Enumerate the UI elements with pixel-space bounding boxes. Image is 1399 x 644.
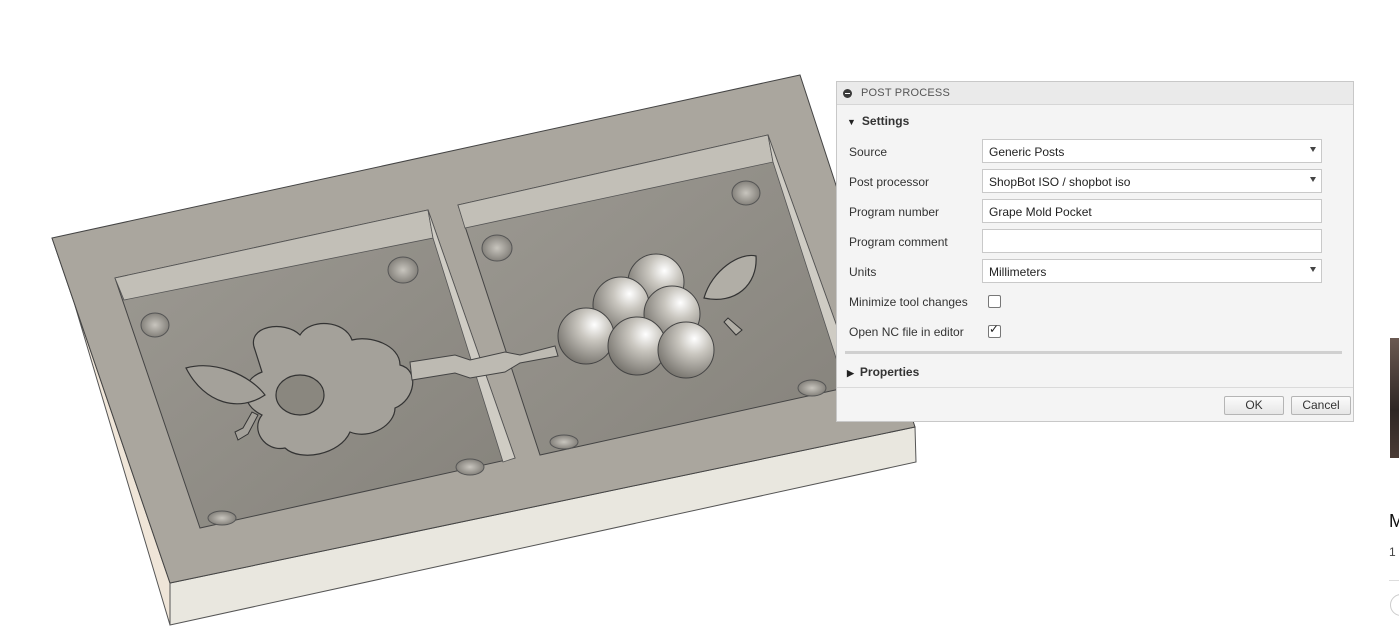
properties-section-label: Properties	[859, 365, 920, 379]
collapse-icon[interactable]	[843, 89, 852, 98]
properties-section-toggle[interactable]: ▶ Properties	[847, 365, 919, 379]
minimize-tool-changes-label: Minimize tool changes	[849, 295, 968, 309]
post-process-dialog: POST PROCESS ▼ Settings Source Generic Po…	[836, 81, 1354, 422]
post-processor-label: Post processor	[849, 175, 930, 189]
dialog-header: POST PROCESS	[837, 82, 1353, 105]
checkmark-icon: ✓	[989, 322, 1000, 336]
side-panel-title: M	[1389, 511, 1399, 531]
dialog-title: POST PROCESS	[861, 87, 950, 99]
source-label: Source	[849, 145, 888, 159]
dropdown-arrow-icon	[1310, 147, 1316, 152]
program-number-field[interactable]: Grape Mold Pocket	[982, 199, 1322, 223]
side-panel-subtext: 1	[1389, 545, 1396, 559]
dropdown-arrow-icon	[1310, 177, 1316, 182]
open-nc-file-checkbox[interactable]: ✓	[988, 322, 1001, 338]
source-select[interactable]: Generic Posts	[982, 139, 1322, 163]
settings-section-toggle[interactable]: ▼ Settings	[847, 114, 909, 128]
triangle-right-icon: ▶	[847, 368, 854, 378]
cancel-button[interactable]: Cancel	[1291, 396, 1351, 415]
program-number-label: Program number	[849, 205, 940, 219]
side-panel: M 1	[1366, 0, 1399, 644]
open-nc-file-label: Open NC file in editor	[849, 325, 964, 339]
program-comment-label: Program comment	[849, 235, 948, 249]
units-select[interactable]: Millimeters	[982, 259, 1322, 283]
units-value: Millimeters	[989, 265, 1047, 279]
triangle-down-icon: ▼	[847, 117, 856, 127]
post-processor-value: ShopBot ISO / shopbot iso	[989, 175, 1131, 189]
video-thumbnail[interactable]	[1390, 338, 1399, 458]
post-processor-select[interactable]: ShopBot ISO / shopbot iso	[982, 169, 1322, 193]
units-label: Units	[849, 265, 877, 279]
source-value: Generic Posts	[989, 145, 1065, 159]
section-divider	[845, 351, 1342, 354]
footer-divider	[837, 387, 1353, 388]
ok-button[interactable]: OK	[1224, 396, 1284, 415]
side-panel-divider	[1389, 580, 1399, 581]
program-comment-field[interactable]	[982, 229, 1322, 253]
dropdown-arrow-icon	[1310, 267, 1316, 272]
program-number-value: Grape Mold Pocket	[989, 205, 1092, 219]
settings-section-label: Settings	[861, 114, 910, 128]
minimize-tool-changes-checkbox[interactable]	[988, 295, 1001, 308]
side-panel-avatar[interactable]	[1390, 594, 1399, 616]
